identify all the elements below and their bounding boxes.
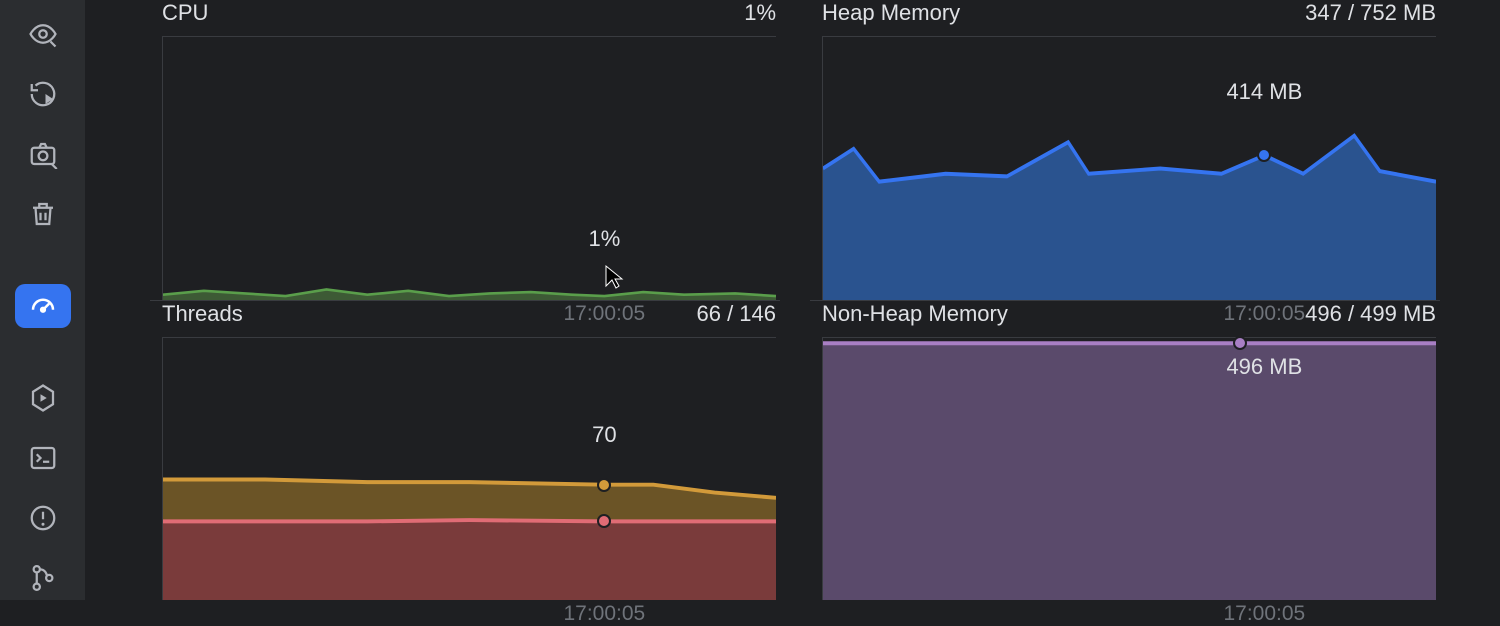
panel-nonheap[interactable]: Non-Heap Memory 496 / 499 MB 496 MB 17:0… xyxy=(810,300,1440,600)
heap-marker-dot xyxy=(1257,148,1271,162)
threads-marker-dot-b xyxy=(597,514,611,528)
trash-icon[interactable] xyxy=(15,192,71,236)
services-icon[interactable] xyxy=(15,376,71,420)
panel-value: 496 / 499 MB xyxy=(1305,301,1436,327)
panel-value: 347 / 752 MB xyxy=(1305,0,1436,26)
threads-chart[interactable]: 70 17:00:05 xyxy=(162,337,776,600)
profiler-dashboard: CPU 1% 1% 17:00:05 Heap Memory 347 / 752… xyxy=(150,0,1500,600)
camera-icon[interactable] xyxy=(15,132,71,176)
heap-chart[interactable]: 414 MB 17:00:05 xyxy=(822,36,1436,300)
cpu-chart[interactable]: 1% 17:00:05 xyxy=(162,36,776,300)
nonheap-marker-dot xyxy=(1233,336,1247,350)
threads-marker-label: 70 xyxy=(592,422,616,448)
panel-title: Non-Heap Memory xyxy=(822,301,1008,327)
panel-title: CPU xyxy=(162,0,208,26)
dashboard-icon[interactable] xyxy=(15,284,71,328)
problems-icon[interactable] xyxy=(15,496,71,540)
heap-marker-label: 414 MB xyxy=(1226,79,1302,105)
view-icon[interactable] xyxy=(15,12,71,56)
nonheap-chart[interactable]: 496 MB 17:00:05 xyxy=(822,337,1436,600)
panel-value: 1% xyxy=(744,0,776,26)
tool-window-rail xyxy=(0,0,85,600)
panel-title: Threads xyxy=(162,301,243,327)
axis-time: 17:00:05 xyxy=(563,602,645,626)
threads-marker-dot-a xyxy=(597,478,611,492)
panel-heap[interactable]: Heap Memory 347 / 752 MB 414 MB 17:00:05 xyxy=(810,0,1440,300)
cpu-marker-label: 1% xyxy=(588,226,620,252)
git-icon[interactable] xyxy=(15,556,71,600)
history-icon[interactable] xyxy=(15,72,71,116)
panel-threads[interactable]: Threads 66 / 146 70 17:00:05 xyxy=(150,300,780,600)
panel-cpu[interactable]: CPU 1% 1% 17:00:05 xyxy=(150,0,780,300)
terminal-icon[interactable] xyxy=(15,436,71,480)
nonheap-marker-label: 496 MB xyxy=(1226,354,1302,380)
panel-title: Heap Memory xyxy=(822,0,960,26)
axis-time: 17:00:05 xyxy=(1223,602,1305,626)
panel-value: 66 / 146 xyxy=(696,301,776,327)
